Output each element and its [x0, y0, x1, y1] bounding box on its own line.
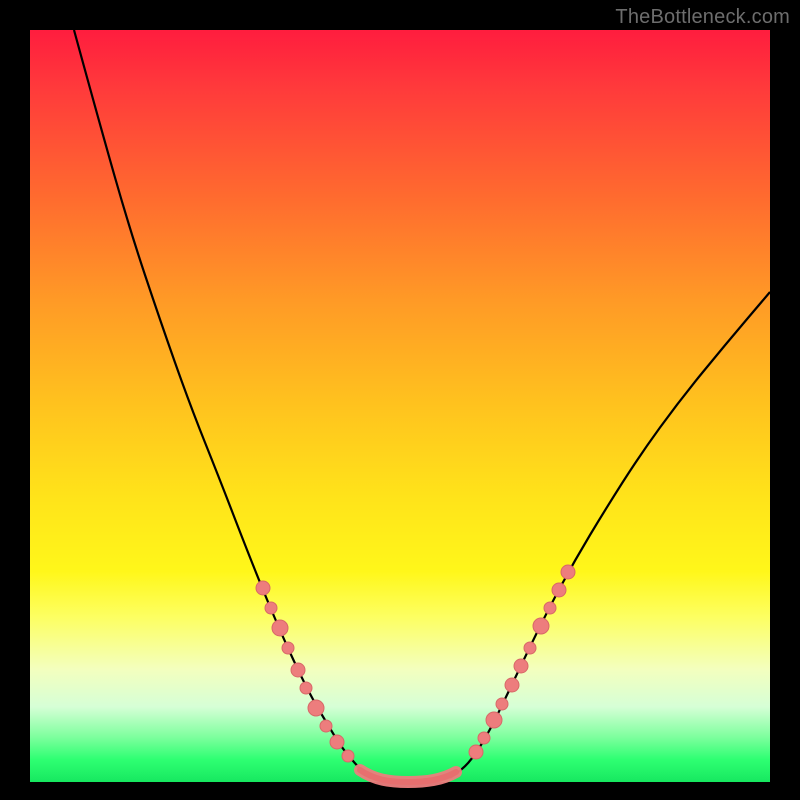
scatter-dot: [496, 698, 508, 710]
scatter-dot: [505, 678, 519, 692]
scatter-dot: [282, 642, 294, 654]
scatter-dot: [320, 720, 332, 732]
chart-svg: [30, 30, 770, 782]
watermark-text: TheBottleneck.com: [615, 6, 790, 29]
gradient-plot-area: [30, 30, 770, 782]
scatter-dot: [478, 732, 490, 744]
scatter-dot: [272, 620, 288, 636]
scatter-dot: [552, 583, 566, 597]
scatter-dot: [469, 745, 483, 759]
scatter-dot: [291, 663, 305, 677]
scatter-dot: [533, 618, 549, 634]
scatter-dot: [486, 712, 502, 728]
left-curve: [74, 30, 370, 778]
scatter-dot: [342, 750, 354, 762]
scatter-dot: [514, 659, 528, 673]
scatter-dot: [308, 700, 324, 716]
scatter-dot: [300, 682, 312, 694]
scatter-dot: [265, 602, 277, 614]
scatter-dot: [330, 735, 344, 749]
scatter-dot: [524, 642, 536, 654]
scatter-dots: [256, 565, 575, 762]
scatter-dot: [561, 565, 575, 579]
scatter-dot: [256, 581, 270, 595]
scatter-dot: [544, 602, 556, 614]
